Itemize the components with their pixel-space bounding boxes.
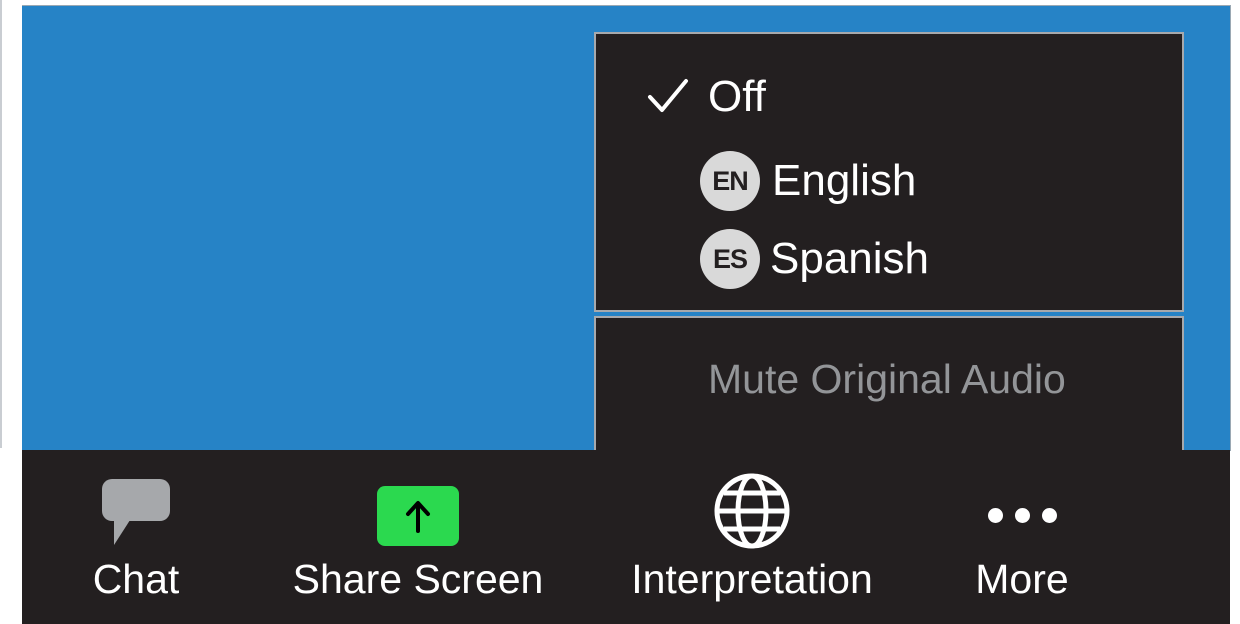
more-button[interactable]: More <box>952 450 1092 624</box>
mute-original-audio-panel: Mute Original Audio <box>594 316 1184 452</box>
more-label: More <box>975 556 1069 602</box>
meeting-toolbar: Chat Share Screen Interpretation More <box>22 450 1230 624</box>
menu-item-spanish[interactable]: ES Spanish <box>596 224 1182 294</box>
menu-item-off[interactable]: Off <box>596 62 1182 132</box>
interpretation-language-menu: Off EN English ES Spanish <box>594 32 1184 312</box>
interpretation-button[interactable]: Interpretation <box>602 450 902 624</box>
mute-original-audio-option[interactable]: Mute Original Audio <box>708 356 1066 403</box>
globe-icon <box>714 473 790 549</box>
chat-bubble-icon <box>102 479 170 545</box>
window-left-edge <box>0 0 3 624</box>
menu-item-english[interactable]: EN English <box>596 146 1182 216</box>
chat-label: Chat <box>92 556 180 602</box>
share-screen-button[interactable]: Share Screen <box>268 450 568 624</box>
interpretation-label: Interpretation <box>631 556 873 602</box>
language-badge-en: EN <box>700 151 760 211</box>
chat-button[interactable]: Chat <box>76 450 196 624</box>
menu-item-label: Off <box>708 72 766 121</box>
more-dots-icon <box>987 507 1057 523</box>
menu-item-label: Spanish <box>770 234 930 283</box>
checkmark-icon <box>648 79 688 112</box>
share-screen-icon <box>377 486 459 546</box>
share-screen-label: Share Screen <box>292 556 544 602</box>
menu-item-label: English <box>772 156 917 205</box>
language-badge-es: ES <box>700 229 760 289</box>
